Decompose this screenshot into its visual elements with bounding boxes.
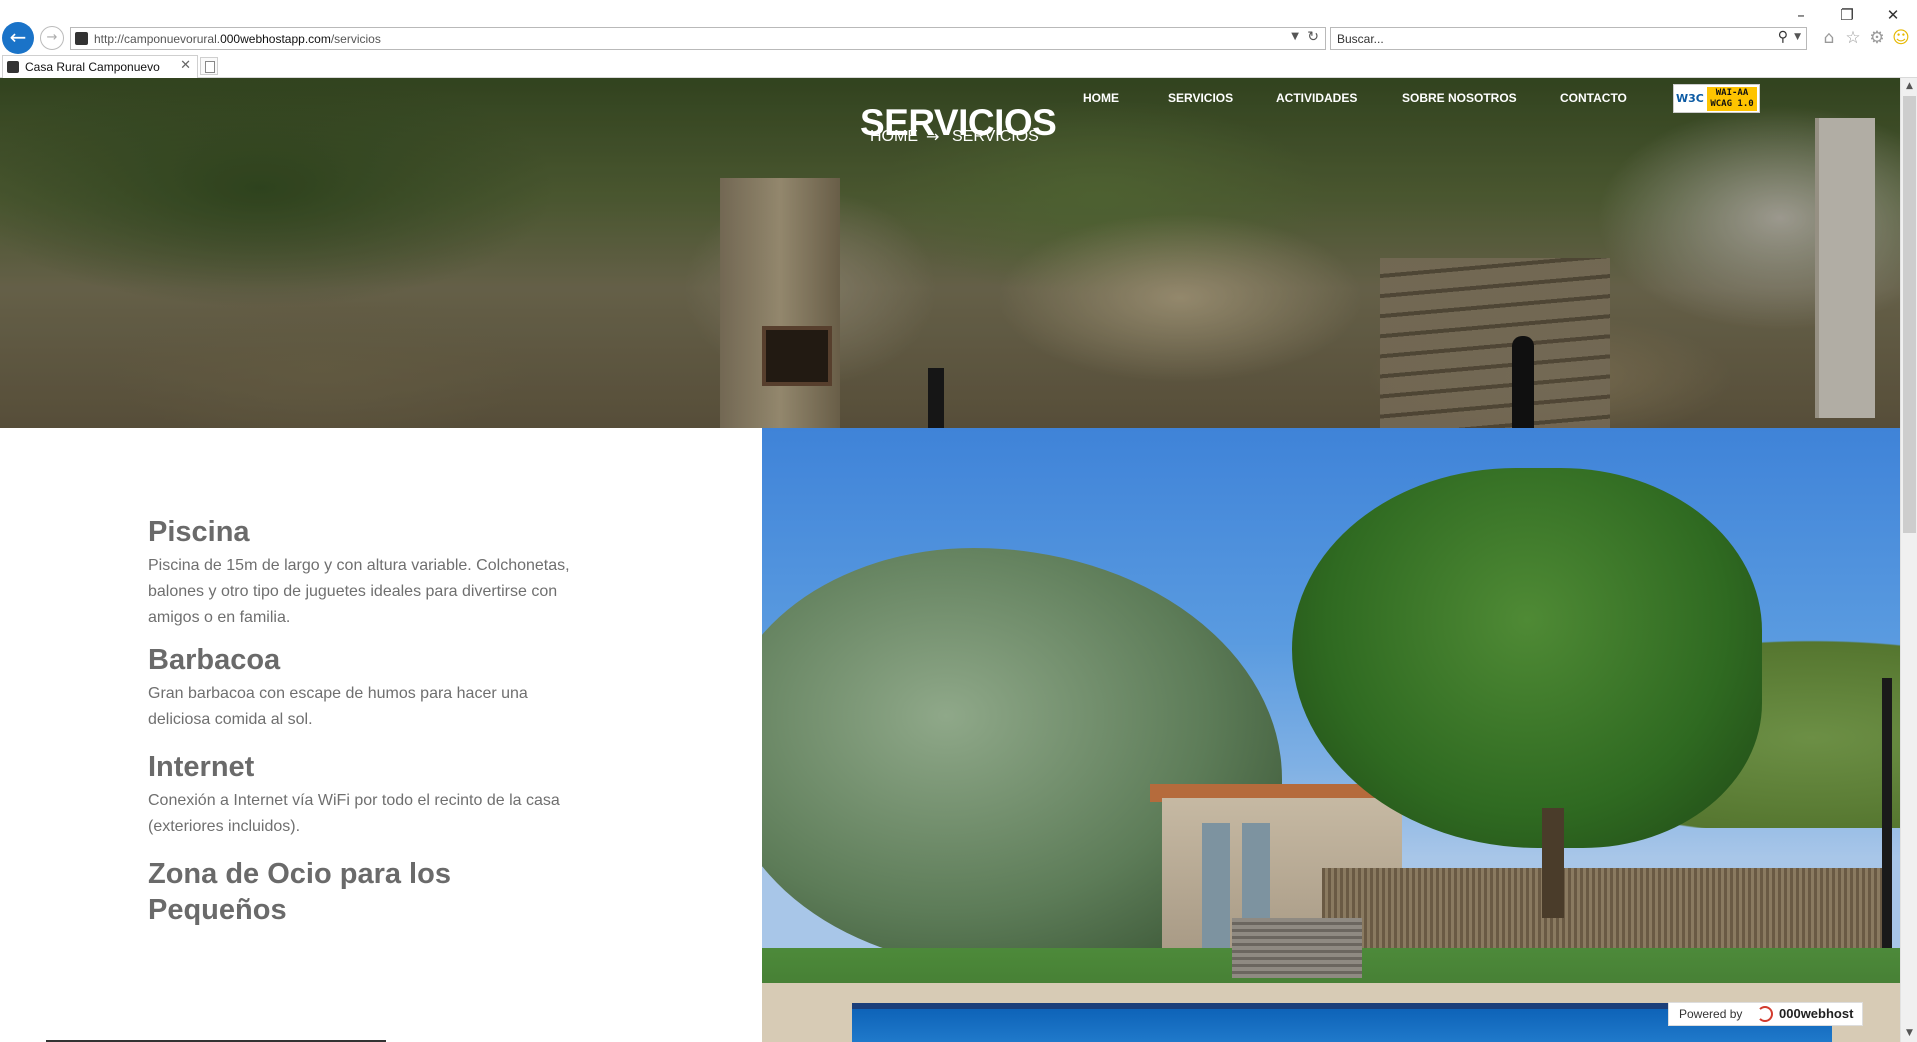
scroll-down-icon[interactable]: ▼ xyxy=(1901,1025,1917,1042)
address-dropdown-icon[interactable]: ▼ xyxy=(1291,31,1299,42)
restore-icon[interactable]: ❐ xyxy=(1832,4,1862,26)
powered-by-brand: 000webhost xyxy=(1779,1006,1854,1021)
nav-sobre-nosotros[interactable]: SOBRE NOSOTROS xyxy=(1402,91,1517,105)
service-title: Internet xyxy=(148,751,255,783)
service-description: Piscina de 15m de largo y con altura var… xyxy=(148,557,570,626)
search-icon[interactable]: ⚲ xyxy=(1778,29,1788,45)
powered-by-badge[interactable]: Powered by 000webhost xyxy=(1668,1002,1863,1026)
forward-arrow-icon[interactable]: → xyxy=(40,26,64,50)
back-arrow-icon[interactable]: ← xyxy=(2,22,34,54)
webhost-logo-icon xyxy=(1757,1006,1773,1022)
wcag-level-label: WAI-AA WCAG 1.0 xyxy=(1707,87,1757,111)
smiley-icon[interactable]: ☺ xyxy=(1890,27,1912,49)
star-icon[interactable]: ☆ xyxy=(1842,27,1864,49)
home-icon[interactable]: ⌂ xyxy=(1818,27,1840,49)
w3c-wcag-badge[interactable]: W3C WAI-AA WCAG 1.0 xyxy=(1673,84,1760,113)
breadcrumb-current: SERVICIOS xyxy=(952,128,1039,145)
nav-actividades[interactable]: ACTIVIDADES xyxy=(1276,91,1357,105)
gear-icon[interactable]: ⚙ xyxy=(1866,27,1888,49)
arrow-right-icon: → xyxy=(926,127,940,146)
service-title: Barbacoa xyxy=(148,644,281,676)
wcag-line-2: WCAG 1.0 xyxy=(1710,99,1754,109)
service-description: Gran barbacoa con escape de humos para h… xyxy=(148,685,528,728)
wcag-line-1: WAI-AA xyxy=(1715,88,1749,98)
nav-servicios[interactable]: SERVICIOS xyxy=(1168,91,1233,105)
browser-chrome: – ❐ ✕ ← → http://camponuevorural.000webh… xyxy=(0,0,1917,78)
powered-by-label: Powered by xyxy=(1679,1007,1743,1021)
service-description: Conexión a Internet vía WiFi por todo el… xyxy=(148,792,560,835)
pool-garden-photo xyxy=(762,428,1900,1042)
nav-home[interactable]: HOME xyxy=(1083,91,1119,105)
breadcrumb-home-link[interactable]: HOME xyxy=(870,128,918,146)
service-title: Piscina xyxy=(148,516,250,548)
minimize-icon[interactable]: – xyxy=(1786,4,1816,26)
photo-pool-box xyxy=(1232,918,1362,978)
url-text[interactable]: http://camponuevorural.000webhostapp.com… xyxy=(94,32,381,46)
vertical-scrollbar[interactable]: ▲ ▼ xyxy=(1900,78,1917,1042)
scroll-thumb[interactable] xyxy=(1903,96,1916,533)
scroll-up-icon[interactable]: ▲ xyxy=(1901,78,1917,95)
refresh-icon[interactable]: ↻ xyxy=(1307,29,1319,45)
browser-tab[interactable]: Casa Rural Camponuevo ✕ xyxy=(2,55,198,78)
service-title: Zona de Ocio para los Pequeños xyxy=(148,858,451,926)
tab-close-icon[interactable]: ✕ xyxy=(180,58,191,73)
new-tab-button[interactable] xyxy=(200,57,218,75)
search-dropdown-icon[interactable]: ▼ xyxy=(1794,32,1801,42)
page-viewport: SERVICIOS HOME → SERVICIOS HOME SERVICIO… xyxy=(0,78,1900,1042)
w3c-logo: W3C xyxy=(1676,92,1704,105)
tab-title: Casa Rural Camponuevo xyxy=(25,60,160,74)
services-list: Piscina Piscina de 15m de largo y con al… xyxy=(0,428,762,1042)
search-input[interactable] xyxy=(1337,30,1757,47)
photo-tree-trunk xyxy=(1542,808,1564,918)
tab-favicon-icon xyxy=(7,61,19,73)
search-box[interactable]: ⚲ ▼ xyxy=(1330,27,1807,50)
site-favicon-icon xyxy=(75,32,88,45)
photo-lamppost xyxy=(1882,678,1892,978)
hero-banner: SERVICIOS HOME → SERVICIOS HOME SERVICIO… xyxy=(0,78,1900,428)
photo-door xyxy=(1202,823,1230,948)
nav-contacto[interactable]: CONTACTO xyxy=(1560,91,1627,105)
address-bar[interactable]: http://camponuevorural.000webhostapp.com… xyxy=(70,27,1326,50)
close-window-icon[interactable]: ✕ xyxy=(1878,4,1908,26)
